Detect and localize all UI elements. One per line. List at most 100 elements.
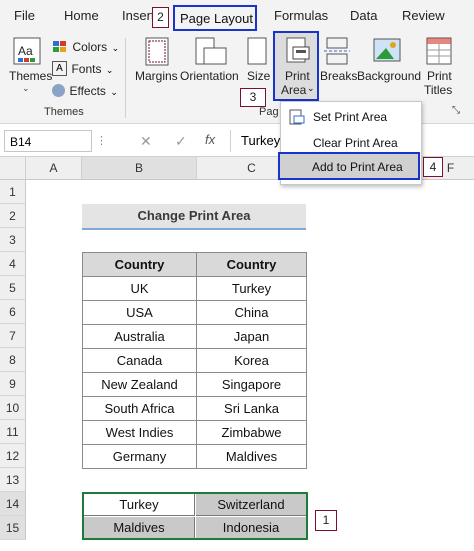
set-print-area-item[interactable]: Set Print Area xyxy=(281,104,421,130)
step-badge-4: 4 xyxy=(423,157,443,177)
row-header[interactable]: 14 xyxy=(0,492,26,516)
table-cell[interactable]: South Africa xyxy=(82,396,197,421)
cancel-icon[interactable]: ✕ xyxy=(140,133,152,150)
themes-label: Themes xyxy=(9,69,53,83)
table-cell[interactable]: Japan xyxy=(196,324,307,349)
tab-home[interactable]: Home xyxy=(64,8,99,23)
size-label: Size xyxy=(247,69,271,83)
clear-print-area-label: Clear Print Area xyxy=(313,136,398,150)
margins-icon xyxy=(145,37,169,66)
effects-icon xyxy=(52,84,65,98)
select-all-corner[interactable] xyxy=(0,157,26,180)
row-header[interactable]: 11 xyxy=(0,420,26,444)
row-header[interactable]: 15 xyxy=(0,516,26,540)
header-country-1: Country xyxy=(82,252,197,277)
svg-text:Aa: Aa xyxy=(18,44,33,58)
print-area-button[interactable]: Print Area ⌄ xyxy=(273,31,319,101)
chevron-down-icon: ⌄ xyxy=(22,83,30,93)
row-header[interactable]: 4 xyxy=(0,252,26,276)
row-header[interactable]: 13 xyxy=(0,468,26,492)
table-row: UK Turkey xyxy=(82,276,307,301)
breaks-icon xyxy=(324,37,350,65)
step-badge-3: 3 xyxy=(240,88,266,107)
table-cell[interactable]: Korea xyxy=(196,348,307,373)
name-box-value: B14 xyxy=(10,135,32,149)
tab-file[interactable]: File xyxy=(14,8,35,23)
enter-icon[interactable]: ✓ xyxy=(175,133,187,150)
selected-range[interactable]: Turkey Switzerland Maldives Indonesia xyxy=(82,492,308,540)
background-icon xyxy=(373,38,401,62)
print-area-label-1: Print xyxy=(285,69,310,83)
table-row: USA China xyxy=(82,300,307,325)
fonts-button[interactable]: A Fonts ⌄ xyxy=(52,60,113,78)
table-cell[interactable]: UK xyxy=(82,276,197,301)
table-cell[interactable]: West Indies xyxy=(82,420,197,445)
table-cell[interactable]: Germany xyxy=(82,444,197,469)
row-header[interactable]: 6 xyxy=(0,300,26,324)
selected-cell[interactable]: Turkey xyxy=(84,494,195,516)
table-cell[interactable]: Canada xyxy=(82,348,197,373)
row-header[interactable]: 2 xyxy=(0,204,26,228)
row-header[interactable]: 7 xyxy=(0,324,26,348)
table-cell[interactable]: China xyxy=(196,300,307,325)
themes-icon: Aa xyxy=(13,37,41,65)
colors-button[interactable]: Colors ⌄ xyxy=(52,38,119,56)
breaks-label: Breaks xyxy=(320,69,358,83)
set-print-area-icon xyxy=(289,109,305,125)
table-cell[interactable]: Australia xyxy=(82,324,197,349)
table-row: Australia Japan xyxy=(82,324,307,349)
table-cell[interactable]: New Zealand xyxy=(82,372,197,397)
dialog-launcher-icon[interactable]: ⤡ xyxy=(452,105,460,116)
row-header[interactable]: 5 xyxy=(0,276,26,300)
set-print-area-label: Set Print Area xyxy=(313,110,388,124)
table-cell[interactable]: Zimbabwe xyxy=(196,420,307,445)
sheet-title: Change Print Area xyxy=(82,204,306,230)
column-header-a[interactable]: A xyxy=(26,157,82,180)
insert-function-icon[interactable]: fx xyxy=(205,132,215,147)
table-row: New Zealand Singapore xyxy=(82,372,307,397)
tab-formulas[interactable]: Formulas xyxy=(274,8,328,23)
tab-review[interactable]: Review xyxy=(402,8,445,23)
row-header[interactable]: 9 xyxy=(0,372,26,396)
table-cell[interactable]: Turkey xyxy=(196,276,307,301)
header-country-2: Country xyxy=(196,252,307,277)
name-box[interactable]: B14 xyxy=(4,130,92,152)
table-cell[interactable]: Maldives xyxy=(196,444,307,469)
column-header-b[interactable]: B xyxy=(82,157,197,180)
row-header[interactable]: 10 xyxy=(0,396,26,420)
chevron-down-icon: ⌄ xyxy=(307,83,315,93)
selected-cell[interactable]: Switzerland xyxy=(196,494,306,516)
effects-button[interactable]: Effects ⌄ xyxy=(52,82,118,100)
palette-icon xyxy=(53,40,66,52)
formula-value: Turkey xyxy=(241,133,281,148)
orientation-label: Orientation xyxy=(180,69,239,83)
row-header[interactable]: 1 xyxy=(0,180,26,204)
background-label: Background xyxy=(357,69,422,83)
selected-cell[interactable]: Indonesia xyxy=(196,517,306,538)
fonts-icon: A xyxy=(52,61,67,77)
tab-data[interactable]: Data xyxy=(350,8,377,23)
table-cell[interactable]: USA xyxy=(82,300,197,325)
table-cell[interactable]: Sri Lanka xyxy=(196,396,307,421)
print-titles-label-2: Titles xyxy=(424,83,453,97)
orientation-icon xyxy=(195,37,227,65)
table-row: West Indies Zimbabwe xyxy=(82,420,307,445)
row-header[interactable]: 8 xyxy=(0,348,26,372)
themes-group-label: Themes xyxy=(44,106,84,118)
group-divider xyxy=(125,38,126,118)
selected-cell[interactable]: Maldives xyxy=(84,517,195,538)
row-header[interactable]: 12 xyxy=(0,444,26,468)
margins-label: Margins xyxy=(135,69,178,83)
print-titles-icon xyxy=(426,37,452,65)
table-row: Canada Korea xyxy=(82,348,307,373)
formula-input[interactable]: Turkey xyxy=(230,130,280,152)
table-cell[interactable]: Singapore xyxy=(196,372,307,397)
add-to-print-area-item[interactable]: Add to Print Area xyxy=(278,152,420,180)
row-header[interactable]: 3 xyxy=(0,228,26,252)
print-titles-label-1: Print xyxy=(427,69,452,83)
tab-insert[interactable]: Insert xyxy=(122,8,155,23)
fonts-label: Fonts xyxy=(71,62,102,76)
country-table: Country Country UK Turkey USA China Australi… xyxy=(82,252,307,469)
colors-label: Colors xyxy=(72,40,108,54)
tab-page-layout[interactable]: Page Layout xyxy=(173,5,257,31)
